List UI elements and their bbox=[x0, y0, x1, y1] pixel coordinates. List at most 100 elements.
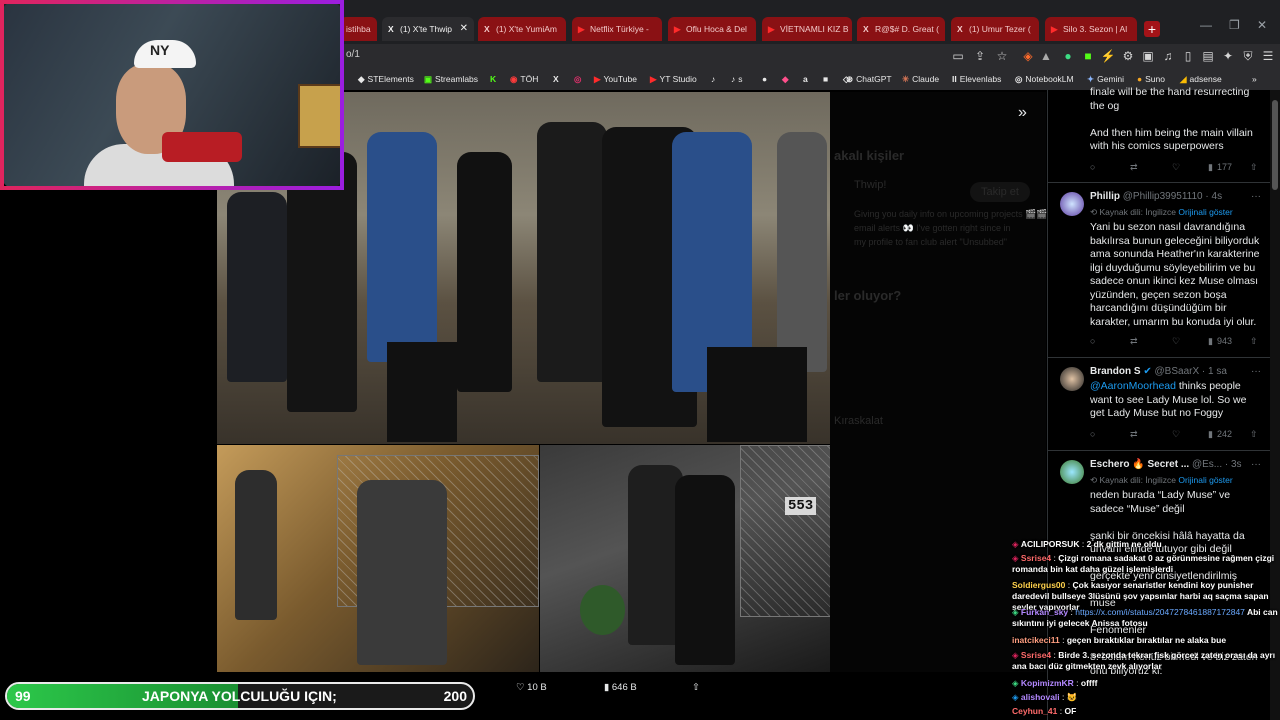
views-button[interactable]: ▮ 646 B bbox=[604, 682, 637, 693]
yt-studio-icon: ▶ bbox=[650, 74, 657, 84]
wallet-icon[interactable]: ▤ bbox=[1200, 48, 1216, 64]
sidebar-icon[interactable]: ▯ bbox=[1180, 48, 1196, 64]
tab-2[interactable]: X (1) X'te YumiAm bbox=[478, 17, 566, 41]
extensions-puzzle-icon[interactable]: ▣ bbox=[1140, 48, 1156, 64]
brave-shield-icon[interactable]: ◈ bbox=[1020, 48, 1036, 64]
bookmark-youtube[interactable]: ▶ YouTube bbox=[594, 74, 637, 85]
bookmark-instagram[interactable]: ◎ bbox=[574, 74, 584, 85]
tab-3[interactable]: ▶ Netflix Türkiye - bbox=[572, 17, 662, 41]
bookmark-kick[interactable]: K bbox=[490, 74, 499, 84]
bookmark-streamlabs[interactable]: ▣ Streamlabs bbox=[424, 74, 478, 85]
comment-icon[interactable]: ○ bbox=[1090, 162, 1095, 172]
reply-handle[interactable]: @Phillip39951110 bbox=[1123, 191, 1203, 202]
share-icon: ⇧ bbox=[692, 682, 700, 693]
reply-time[interactable]: · 1 sa bbox=[1202, 366, 1227, 377]
rewards-icon[interactable]: ▲ bbox=[1038, 48, 1054, 64]
maximize-icon[interactable]: ❐ bbox=[1229, 18, 1240, 32]
share-icon[interactable]: ⇧ bbox=[1250, 336, 1258, 347]
close-window-icon[interactable]: ✕ bbox=[1257, 18, 1267, 32]
new-tab-button[interactable]: + bbox=[1144, 21, 1160, 37]
repost-icon[interactable]: ⇄ bbox=[1130, 336, 1138, 347]
comment-icon[interactable]: ○ bbox=[1090, 336, 1095, 346]
bookmark-toh[interactable]: ◉ TÖH bbox=[510, 74, 538, 85]
reply-time[interactable]: · 4s bbox=[1205, 191, 1222, 202]
reply-handle[interactable]: @BSaarX bbox=[1155, 366, 1200, 377]
person-figure bbox=[227, 192, 287, 382]
tab-7[interactable]: X (1) Umur Tezer ( bbox=[951, 17, 1039, 41]
avatar[interactable] bbox=[1060, 192, 1084, 216]
show-original-link[interactable]: Orijinali göster bbox=[1178, 207, 1232, 217]
bookmark-tiktok-s[interactable]: ♪ s bbox=[731, 74, 743, 84]
reply-handle[interactable]: @Es... bbox=[1192, 459, 1222, 470]
url-input[interactable]: o/1 bbox=[346, 49, 360, 60]
extension-icon[interactable]: ⚡ bbox=[1100, 48, 1116, 64]
photo-costume[interactable]: 553 bbox=[540, 445, 830, 672]
share-icon[interactable]: ⇪ bbox=[972, 48, 988, 64]
media-icon[interactable]: ♫ bbox=[1160, 48, 1176, 64]
bookmark-notebooklm[interactable]: ◎ NotebookLM bbox=[1015, 74, 1074, 85]
tab-8[interactable]: ▶ Silo 3. Sezon | Al bbox=[1045, 17, 1137, 41]
tab-0[interactable]: istihba bbox=[340, 17, 377, 41]
tab-5[interactable]: ▶ VİETNAMLI KIZ B bbox=[762, 17, 852, 41]
bookmark-yt-studio[interactable]: ▶ YT Studio bbox=[650, 74, 697, 85]
vpn-icon[interactable]: ⛨ bbox=[1240, 48, 1256, 64]
reply-name[interactable]: Eschero 🔥 Secret ... bbox=[1090, 459, 1189, 470]
share-button[interactable]: ⇧ bbox=[692, 682, 700, 693]
bookmark-claude[interactable]: ✳ Claude bbox=[902, 74, 939, 85]
close-icon[interactable]: ✕ bbox=[460, 17, 468, 41]
bookmark-icon[interactable]: ☆ bbox=[994, 48, 1010, 64]
views-icon[interactable]: ▮ 177 bbox=[1208, 162, 1232, 173]
extension-icon[interactable]: ■ bbox=[1080, 48, 1096, 64]
bookmark-elevenlabs[interactable]: II Elevenlabs bbox=[952, 74, 1001, 84]
scrollbar-thumb[interactable] bbox=[1272, 100, 1278, 190]
avatar[interactable] bbox=[1060, 367, 1084, 391]
menu-icon[interactable]: ☰ bbox=[1260, 48, 1276, 64]
chat-message: Ceyhun_41 : OF bbox=[1012, 706, 1077, 716]
mention-link[interactable]: @AaronMoorhead bbox=[1090, 380, 1176, 392]
bookmark-suno[interactable]: ● Suno bbox=[1137, 74, 1165, 84]
like-icon[interactable]: ♡ bbox=[1172, 336, 1180, 347]
reply-name[interactable]: Brandon S bbox=[1090, 366, 1141, 377]
bookmark-app[interactable]: ◆ bbox=[782, 74, 792, 85]
reply-time[interactable]: · 3s bbox=[1225, 459, 1242, 470]
install-icon[interactable]: ▭ bbox=[950, 48, 966, 64]
views-icon[interactable]: ▮ 242 bbox=[1208, 429, 1232, 440]
share-icon[interactable]: ⇧ bbox=[1250, 162, 1258, 173]
bookmarks-more-icon[interactable]: » bbox=[1252, 74, 1257, 84]
elevenlabs-icon: II bbox=[952, 74, 957, 84]
reply-name[interactable]: Phillip bbox=[1090, 191, 1120, 202]
bookmark-tiktok[interactable]: ♪ bbox=[711, 74, 718, 84]
tab-4[interactable]: ▶ Oflu Hoca & Del bbox=[668, 17, 756, 41]
bookmark-adsense[interactable]: ◢ adsense bbox=[1180, 74, 1222, 85]
bookmark-app[interactable]: ■ bbox=[823, 74, 831, 84]
like-icon[interactable]: ♡ bbox=[1172, 162, 1180, 173]
more-icon[interactable]: ··· bbox=[1251, 191, 1261, 202]
photo-street-walk[interactable]: 553 bbox=[217, 445, 539, 672]
chat-link[interactable]: https://x.com/i/status/20472784618871728… bbox=[1075, 607, 1245, 617]
more-icon[interactable]: ··· bbox=[1251, 459, 1261, 470]
more-icon[interactable]: ··· bbox=[1251, 366, 1261, 377]
bookmark-gemini[interactable]: ✦ Gemini bbox=[1087, 74, 1124, 85]
like-button[interactable]: ♡ 10 B bbox=[516, 682, 547, 693]
minimize-icon[interactable]: — bbox=[1200, 18, 1212, 32]
show-original-link[interactable]: Orijinali göster bbox=[1178, 475, 1232, 485]
repost-icon[interactable]: ⇄ bbox=[1130, 162, 1138, 173]
like-icon[interactable]: ♡ bbox=[1172, 429, 1180, 440]
leo-icon[interactable]: ✦ bbox=[1220, 48, 1236, 64]
bookmark-chatgpt[interactable]: ⊛ ChatGPT bbox=[846, 74, 892, 85]
goal-target: 200 bbox=[443, 688, 467, 704]
extension-icon[interactable]: ● bbox=[1060, 48, 1076, 64]
bookmark-x[interactable]: X bbox=[553, 74, 562, 84]
comment-icon[interactable]: ○ bbox=[1090, 429, 1095, 439]
bookmark-amazon[interactable]: a bbox=[803, 74, 811, 84]
extension-icon[interactable]: ⚙ bbox=[1120, 48, 1136, 64]
share-icon[interactable]: ⇧ bbox=[1250, 429, 1258, 440]
tab-1[interactable]: X (1) X'te Thwip ✕ bbox=[382, 17, 474, 41]
bookmark-threads[interactable]: ● bbox=[762, 74, 770, 84]
views-icon[interactable]: ▮ 943 bbox=[1208, 336, 1232, 347]
bookmark-stelements[interactable]: ◆ STElements bbox=[358, 74, 414, 85]
avatar[interactable] bbox=[1060, 460, 1084, 484]
expand-icon[interactable]: » bbox=[1018, 104, 1027, 122]
tab-6[interactable]: X R@$# D. Great ( bbox=[857, 17, 945, 41]
repost-icon[interactable]: ⇄ bbox=[1130, 429, 1138, 440]
